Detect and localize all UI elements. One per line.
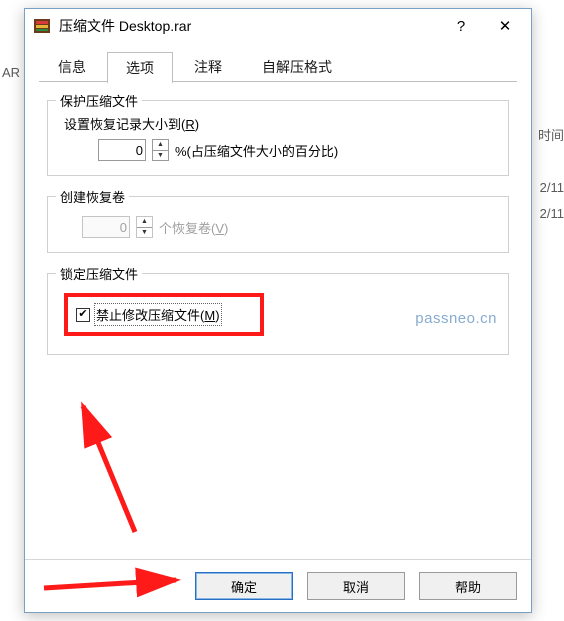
group-protect-archive: 保护压缩文件 设置恢复记录大小到(R) ▲▼ %(占压缩文件大小的百分比) — [47, 100, 509, 176]
group-recovery-volumes: 创建恢复卷 ▲▼ 个恢复卷(V) — [47, 196, 509, 253]
group-title-protect: 保护压缩文件 — [56, 91, 142, 110]
dialog-title: 压缩文件 Desktop.rar — [59, 16, 439, 36]
highlight-red-box: ✔ 禁止修改压缩文件(M) — [64, 293, 264, 336]
tab-strip: 信息 选项 注释 自解压格式 — [25, 43, 531, 82]
recovery-volumes-label: 个恢复卷(V) — [159, 218, 228, 237]
help-button-bottom[interactable]: 帮助 — [419, 572, 517, 600]
lock-archive-label[interactable]: 禁止修改压缩文件(M) — [96, 305, 220, 324]
group-title-recovery: 创建恢复卷 — [56, 187, 129, 206]
recovery-record-spinner[interactable]: ▲▼ — [152, 139, 169, 161]
recovery-record-label: 设置恢复记录大小到(R) — [64, 114, 492, 133]
group-lock-archive: 锁定压缩文件 ✔ 禁止修改压缩文件(M) — [47, 273, 509, 355]
winrar-icon — [33, 17, 51, 35]
close-button[interactable]: ✕ — [483, 11, 527, 41]
tab-sfx[interactable]: 自解压格式 — [243, 51, 351, 82]
annotation-arrow-to-checkbox — [65, 392, 185, 542]
background-date-rows: 2/11 2/11 — [540, 175, 564, 227]
help-button[interactable]: ? — [439, 11, 483, 41]
recovery-volumes-spinner: ▲▼ — [136, 216, 153, 238]
tab-options[interactable]: 选项 — [107, 52, 173, 83]
dialog-button-row: 确定 取消 帮助 — [25, 559, 531, 612]
tab-info[interactable]: 信息 — [39, 51, 105, 82]
recovery-record-input[interactable] — [98, 139, 146, 161]
cancel-button[interactable]: 取消 — [307, 572, 405, 600]
tab-content: 保护压缩文件 设置恢复记录大小到(R) ▲▼ %(占压缩文件大小的百分比) 创建… — [25, 82, 531, 559]
ok-button[interactable]: 确定 — [195, 572, 293, 600]
archive-properties-dialog: 压缩文件 Desktop.rar ? ✕ 信息 选项 注释 自解压格式 保护压缩… — [24, 8, 532, 613]
recovery-volumes-input — [82, 216, 130, 238]
lock-archive-checkbox[interactable]: ✔ — [76, 308, 90, 322]
tab-comment[interactable]: 注释 — [175, 51, 241, 82]
title-bar: 压缩文件 Desktop.rar ? ✕ — [25, 9, 531, 43]
background-column-header: 时间 — [538, 125, 564, 144]
recovery-record-suffix: %(占压缩文件大小的百分比) — [175, 141, 338, 160]
group-title-lock: 锁定压缩文件 — [56, 264, 142, 283]
